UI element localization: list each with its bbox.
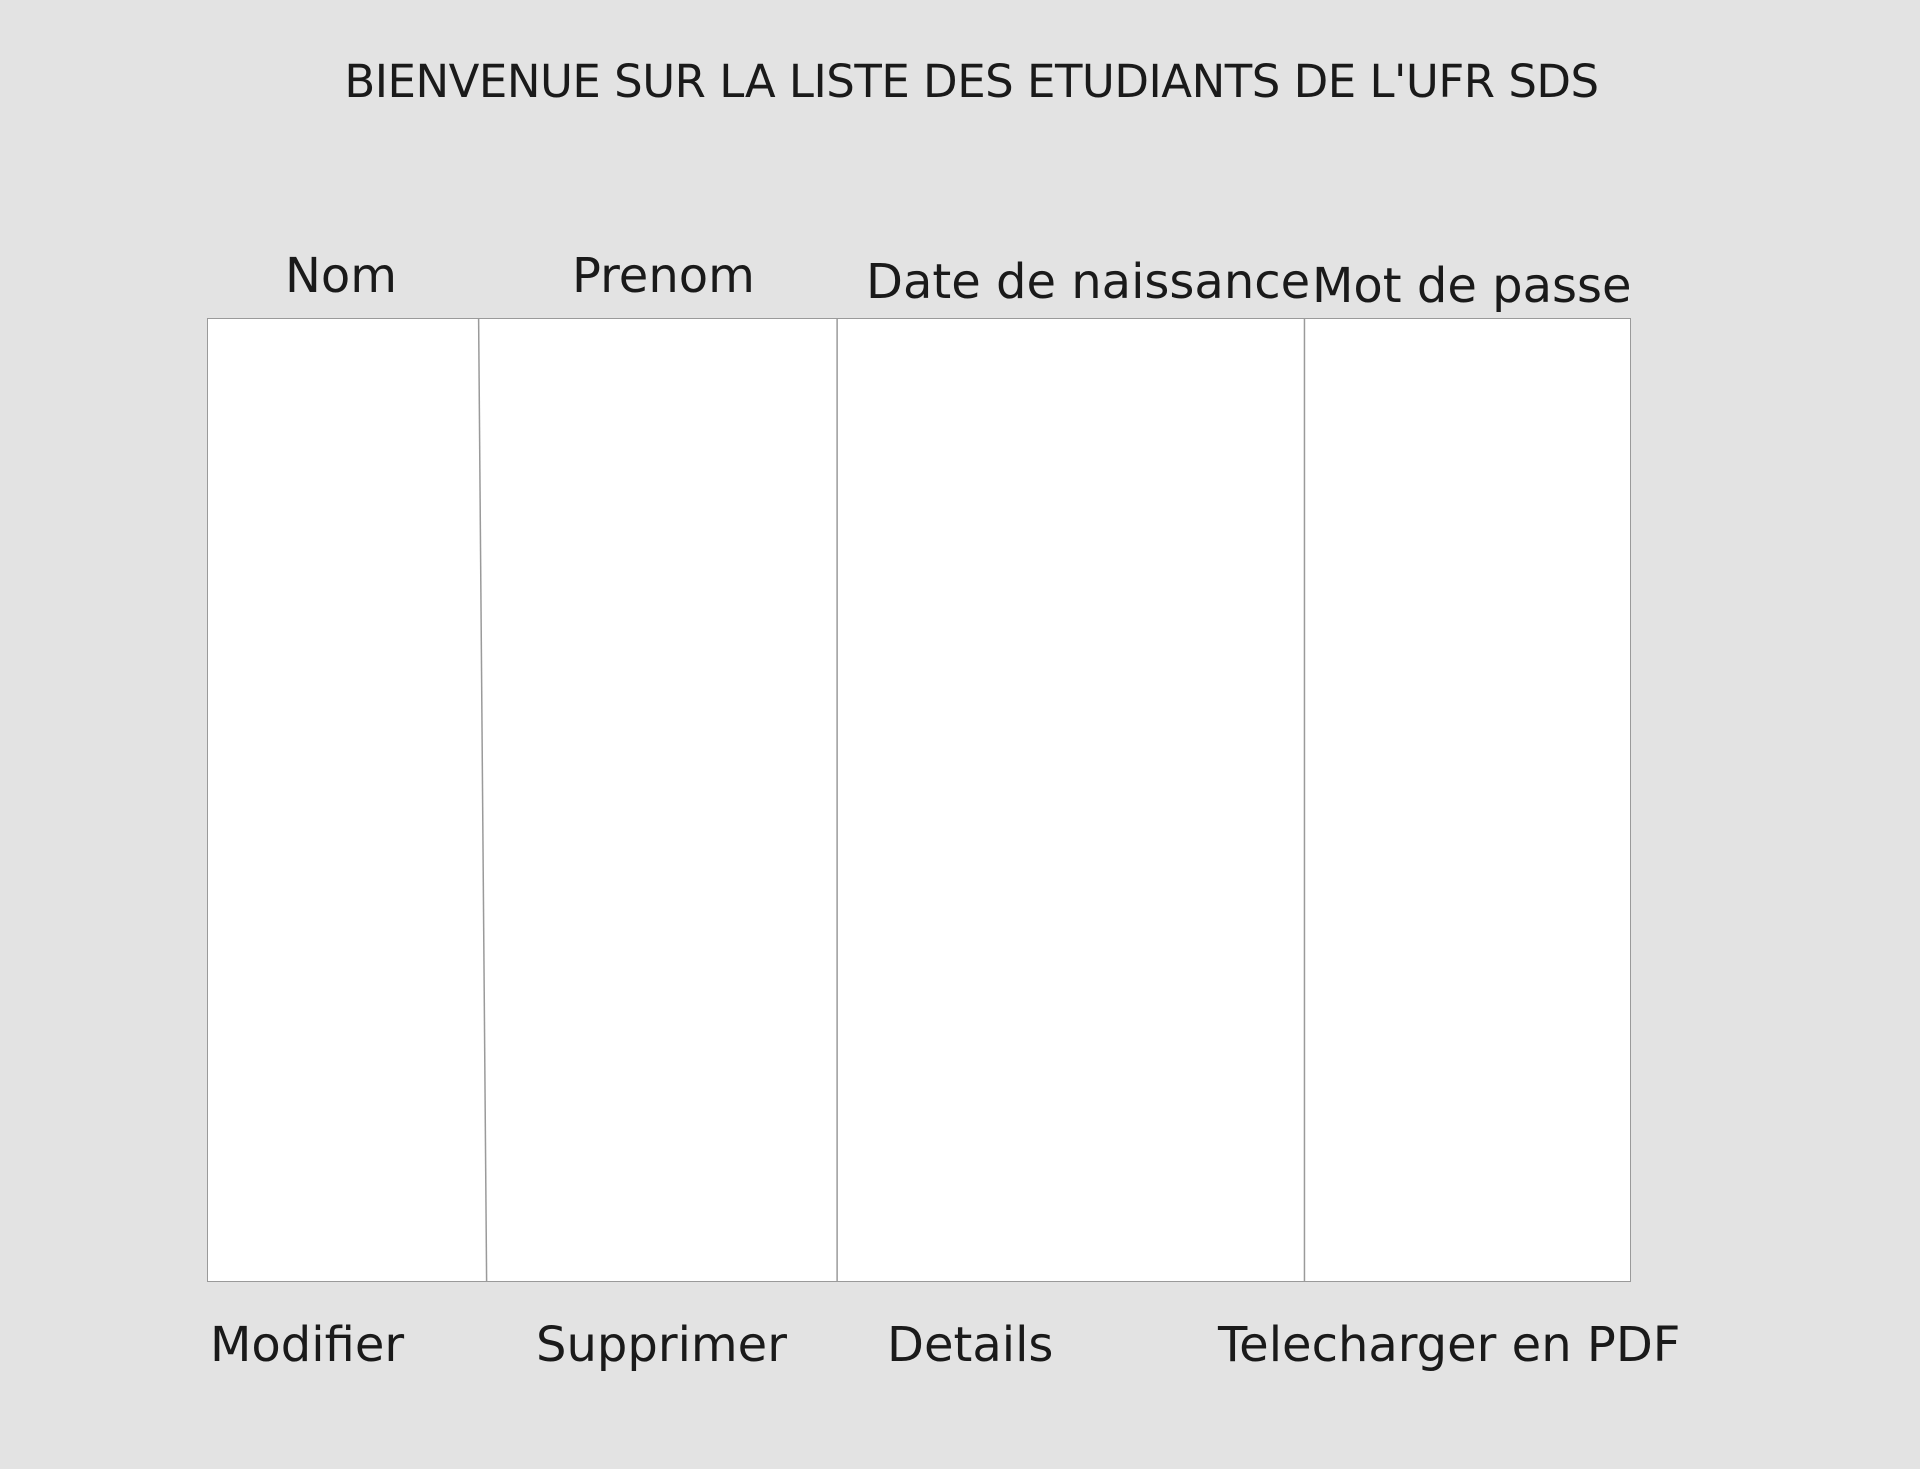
column-header-nom: Nom — [285, 248, 398, 304]
column-header-date-de-naissance: Date de naissance — [866, 254, 1311, 310]
telecharger-pdf-button[interactable]: Telecharger en PDF — [1218, 1317, 1680, 1373]
supprimer-button[interactable]: Supprimer — [536, 1317, 787, 1373]
column-header-prenom: Prenom — [572, 248, 755, 304]
column-header-mot-de-passe: Mot de passe — [1312, 258, 1632, 314]
page-title: BIENVENUE SUR LA LISTE DES ETUDIANTS DE … — [344, 55, 1599, 108]
students-table — [207, 318, 1631, 1282]
modifier-button[interactable]: Modifier — [210, 1317, 404, 1373]
column-divider — [477, 319, 488, 1281]
details-button[interactable]: Details — [887, 1317, 1053, 1373]
table-column-dividers — [477, 319, 1306, 1281]
